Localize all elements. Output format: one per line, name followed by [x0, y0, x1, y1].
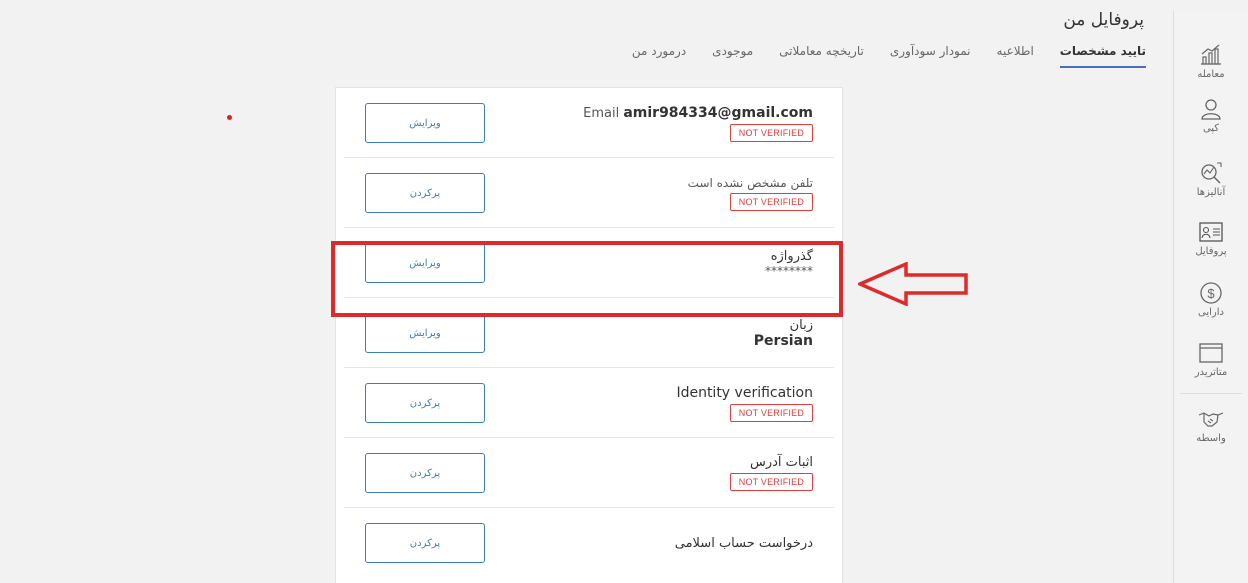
- sidebar-item-label: معامله: [1197, 69, 1225, 80]
- language-label: زبان: [789, 317, 813, 333]
- tab-verification[interactable]: تایید مشخصات: [1059, 44, 1146, 68]
- tab-balance[interactable]: موجودی: [712, 44, 753, 68]
- edit-email-button[interactable]: ویرایش: [365, 103, 485, 143]
- tab-profit-chart[interactable]: نمودار سودآوری: [890, 44, 971, 68]
- sidebar-item-analysis[interactable]: آنالیزها: [1174, 161, 1248, 198]
- handshake-icon: [1198, 412, 1224, 427]
- window-icon: [1199, 343, 1223, 363]
- status-badge: NOT VERIFIED: [729, 123, 813, 142]
- sidebar-item-trade[interactable]: معامله: [1174, 43, 1248, 80]
- fill-identity-button[interactable]: پرکردن: [365, 383, 485, 423]
- fill-phone-button[interactable]: پرکردن: [365, 173, 485, 213]
- page-title: پروفایل من: [1063, 10, 1144, 30]
- sidebar-item-label: دارایی: [1198, 307, 1224, 318]
- edit-language-button[interactable]: ویرایش: [365, 313, 485, 353]
- tab-about-me[interactable]: درمورد من: [632, 44, 686, 68]
- sidebar-item-metatrader[interactable]: متاتریدر: [1174, 341, 1248, 378]
- tab-trading-history[interactable]: تاریخچه معاملاتی: [779, 44, 864, 68]
- status-badge: NOT VERIFIED: [729, 473, 813, 491]
- status-badge: NOT VERIFIED: [729, 403, 813, 422]
- sidebar-item-assets[interactable]: $ دارایی: [1174, 281, 1248, 318]
- address-label: اثبات آدرس: [749, 455, 813, 470]
- islamic-account-label: درخواست حساب اسلامی: [674, 535, 813, 551]
- email-value: amir984334@gmail.com: [623, 104, 813, 121]
- sidebar-item-profile[interactable]: پروفایل: [1174, 220, 1248, 257]
- tab-notifications[interactable]: اطلاعیه: [997, 44, 1034, 68]
- sidebar-item-broker[interactable]: واسطه: [1174, 407, 1248, 444]
- svg-text:$: $: [1207, 286, 1215, 301]
- sidebar-item-label: آنالیزها: [1196, 187, 1226, 198]
- phone-label: تلفن مشخص نشده است: [687, 175, 813, 190]
- right-sidebar: معامله کپی آنالیزها پروفایل $ دارایی متا…: [1173, 11, 1248, 583]
- row-phone: پرکردن تلفن مشخص نشده است NOT VERIFIED: [344, 158, 834, 228]
- sidebar-divider: [1180, 393, 1242, 394]
- page: معامله کپی آنالیزها پروفایل $ دارایی متا…: [0, 0, 1248, 583]
- analysis-icon: [1201, 162, 1222, 184]
- sidebar-item-label: پروفایل: [1195, 246, 1227, 257]
- row-identity: پرکردن Identity verification NOT VERIFIE…: [344, 368, 834, 438]
- language-value: Persian: [753, 332, 813, 349]
- profile-card: ویرایش Email amir984334@gmail.com NOT VE…: [335, 87, 843, 583]
- user-icon: [1201, 99, 1221, 120]
- row-email: ویرایش Email amir984334@gmail.com NOT VE…: [344, 88, 834, 158]
- sidebar-item-label: متاتریدر: [1194, 367, 1228, 378]
- dollar-icon: $: [1200, 282, 1222, 304]
- row-address: پرکردن اثبات آدرس NOT VERIFIED: [344, 438, 834, 508]
- sidebar-item-copy[interactable]: کپی: [1174, 97, 1248, 134]
- status-badge: NOT VERIFIED: [729, 192, 813, 211]
- annotation-dot: [227, 115, 232, 120]
- fill-address-button[interactable]: پرکردن: [365, 453, 485, 493]
- arrow-left-icon: [858, 262, 968, 306]
- profile-card-icon: [1199, 222, 1223, 242]
- identity-label: Identity verification: [676, 384, 813, 401]
- highlight-box: [331, 241, 843, 317]
- sidebar-item-label: کپی: [1202, 123, 1220, 134]
- sidebar-item-label: واسطه: [1196, 433, 1226, 444]
- email-label: Email: [583, 105, 620, 121]
- profile-tabs: درمورد من موجودی تاریخچه معاملاتی نمودار…: [606, 44, 1146, 68]
- chart-icon: [1201, 44, 1221, 65]
- row-islamic-account: پرکردن درخواست حساب اسلامی: [344, 508, 834, 578]
- fill-islamic-account-button[interactable]: پرکردن: [365, 523, 485, 563]
